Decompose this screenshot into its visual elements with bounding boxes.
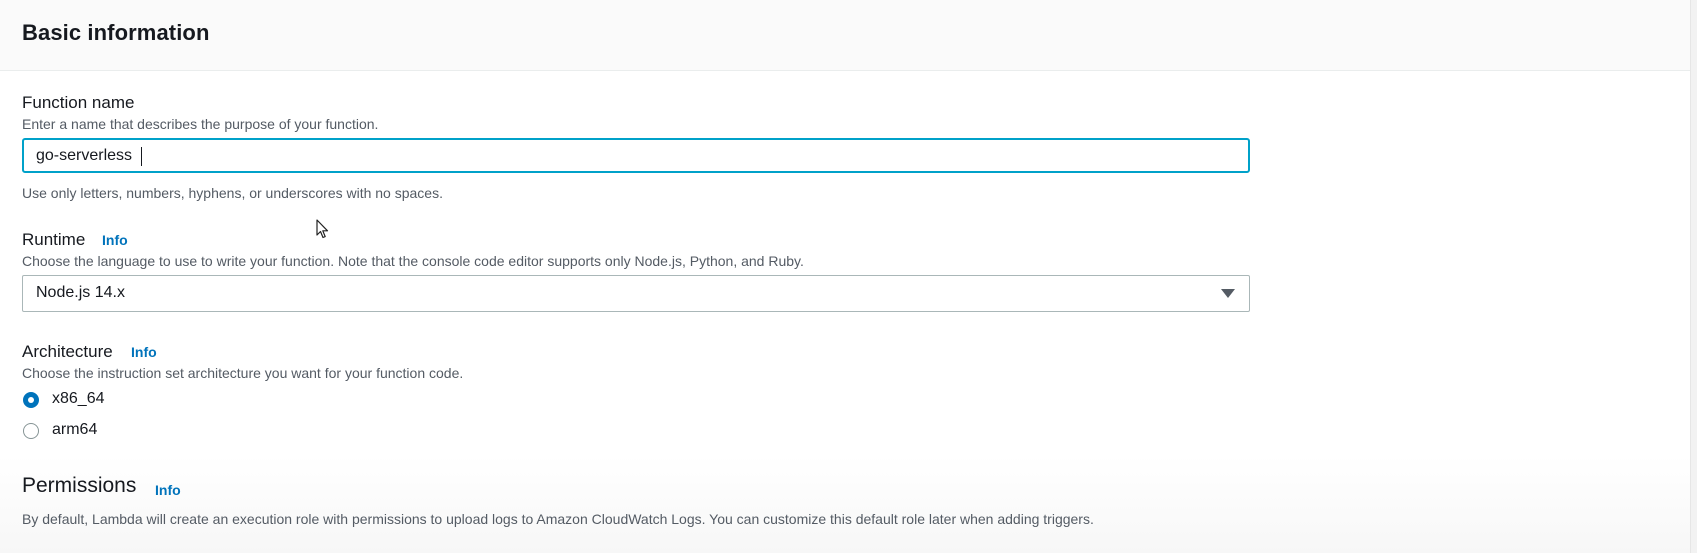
radio-label-x86-64[interactable]: x86_64	[52, 390, 105, 408]
function-name-constraint: Use only letters, numbers, hyphens, or u…	[22, 185, 443, 201]
permissions-title: Permissions	[22, 474, 137, 497]
runtime-select[interactable]: Node.js 14.x	[22, 275, 1250, 312]
runtime-selected-value: Node.js 14.x	[36, 284, 125, 301]
mouse-pointer-icon	[316, 219, 330, 244]
permissions-description: By default, Lambda will create an execut…	[22, 511, 1094, 527]
runtime-label: Runtime	[22, 230, 86, 249]
function-name-label: Function name	[22, 93, 135, 112]
function-name-description: Enter a name that describes the purpose …	[22, 116, 379, 132]
panel-title: Basic information	[22, 20, 210, 45]
scrollbar[interactable]	[1690, 0, 1697, 553]
radio-label-arm64[interactable]: arm64	[52, 421, 97, 439]
permissions-info-link[interactable]: Info	[155, 482, 181, 498]
runtime-description: Choose the language to use to write your…	[22, 253, 804, 269]
radio-arm64[interactable]	[23, 423, 39, 439]
panel-header: Basic information	[0, 0, 1697, 71]
radio-x86-64[interactable]	[23, 392, 39, 408]
caret-down-icon	[1221, 289, 1235, 298]
basic-information-panel: Basic information Function name Enter a …	[0, 0, 1697, 553]
architecture-description: Choose the instruction set architecture …	[22, 365, 464, 381]
text-caret	[141, 147, 142, 166]
runtime-info-link[interactable]: Info	[102, 232, 128, 248]
architecture-info-link[interactable]: Info	[131, 344, 157, 360]
architecture-label: Architecture	[22, 342, 113, 361]
function-name-input[interactable]	[22, 138, 1250, 173]
